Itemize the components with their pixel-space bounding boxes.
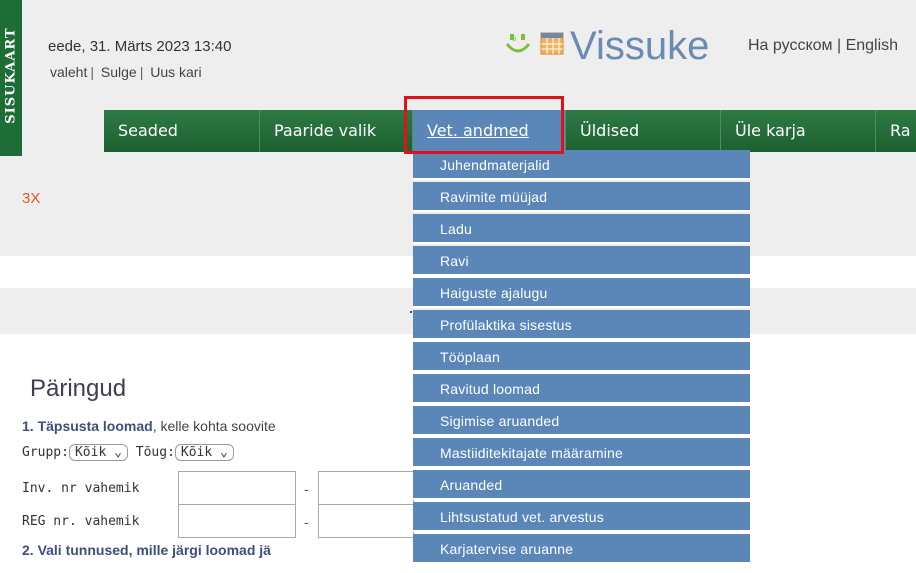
reg-range-label: REG nr. vahemik [22, 514, 140, 529]
nav-item-pair-selection[interactable]: Paaride valik [260, 110, 413, 152]
inv-range-from-input[interactable] [178, 471, 296, 505]
menu-item-treatment[interactable]: Ravi [413, 246, 750, 276]
menu-item-disease-history[interactable]: Haiguste ajalugu [413, 278, 750, 308]
menu-item-breeding-reports[interactable]: Sigimise aruanded [413, 406, 750, 436]
breed-select[interactable]: Kõik ⌄ [174, 444, 234, 461]
brand-title: Vissuke [570, 24, 710, 68]
menu-item-prophylaxis-entry[interactable]: Profülaktika sisestus [413, 310, 750, 340]
menu-item-work-plan[interactable]: Tööplaan [413, 342, 750, 372]
step1-instructions: 1. Täpsusta loomad, kelle kohta soovite [22, 418, 276, 434]
inv-range-label: Inv. nr vahemik [22, 481, 140, 496]
breed-label: Tõug: [135, 445, 175, 460]
sidebar-tab[interactable]: SISUKAART [0, 0, 22, 158]
menu-item-simplified-vet-accounting[interactable]: Lihtsustatud vet. arvestus [413, 502, 750, 532]
reg-range-to-input[interactable] [318, 504, 414, 538]
menu-item-herd-health-report[interactable]: Karjatervise aruanne [413, 534, 750, 564]
home-link[interactable]: valeht [50, 64, 87, 80]
menu-item-drug-sellers[interactable]: Ravimite müüjad [413, 182, 750, 212]
highlight-box [404, 96, 564, 154]
sidebar-tab-label: SISUKAART [3, 27, 19, 124]
menu-item-reports[interactable]: Aruanded [413, 470, 750, 500]
nav-item-general[interactable]: Üldised [566, 110, 721, 152]
menu-item-guides[interactable]: Juhendmaterjalid [413, 150, 750, 180]
reg-range-from-input[interactable] [178, 504, 296, 538]
inv-range-to-input[interactable] [318, 471, 414, 505]
menu-item-treated-animals[interactable]: Ravitud loomad [413, 374, 750, 404]
calendar-logo-icon [540, 32, 564, 55]
inv-range-dash: - [304, 481, 309, 497]
group-label: Grupp: [22, 445, 69, 460]
nav-item-more[interactable]: Ra [876, 110, 916, 152]
queries-title: Päringud [30, 375, 127, 402]
reg-range-dash: - [304, 514, 309, 530]
nav-item-herd-wide[interactable]: Üle karja [721, 110, 876, 152]
nav-item-settings[interactable]: Seaded [104, 110, 260, 152]
menu-item-warehouse[interactable]: Ladu [413, 214, 750, 244]
herd-count: 3X [22, 190, 41, 207]
menu-item-mastitis-pathogens[interactable]: Mastiiditekitajate määramine [413, 438, 750, 468]
new-herd-link[interactable]: Uus kari [150, 64, 201, 80]
filter-row-group: Grupp: Kõik ⌄ Tõug: Kõik ⌄ [22, 444, 234, 461]
current-datetime: eede, 31. Märts 2023 13:40 [48, 38, 232, 55]
step2-instructions: 2. Vali tunnused, mille järgi loomad jä [22, 542, 271, 558]
svg-text:ö: ö [512, 35, 516, 43]
close-link[interactable]: Sulge [101, 64, 137, 80]
group-select[interactable]: Kõik ⌄ [68, 444, 128, 461]
language-links[interactable]: На русском | English [748, 37, 898, 55]
smiley-logo-icon: ö [505, 34, 531, 53]
header-bar: eede, 31. Märts 2023 13:40 valeht | Sulge… [22, 0, 916, 110]
header-links: valeht | Sulge | Uus kari [50, 64, 202, 80]
